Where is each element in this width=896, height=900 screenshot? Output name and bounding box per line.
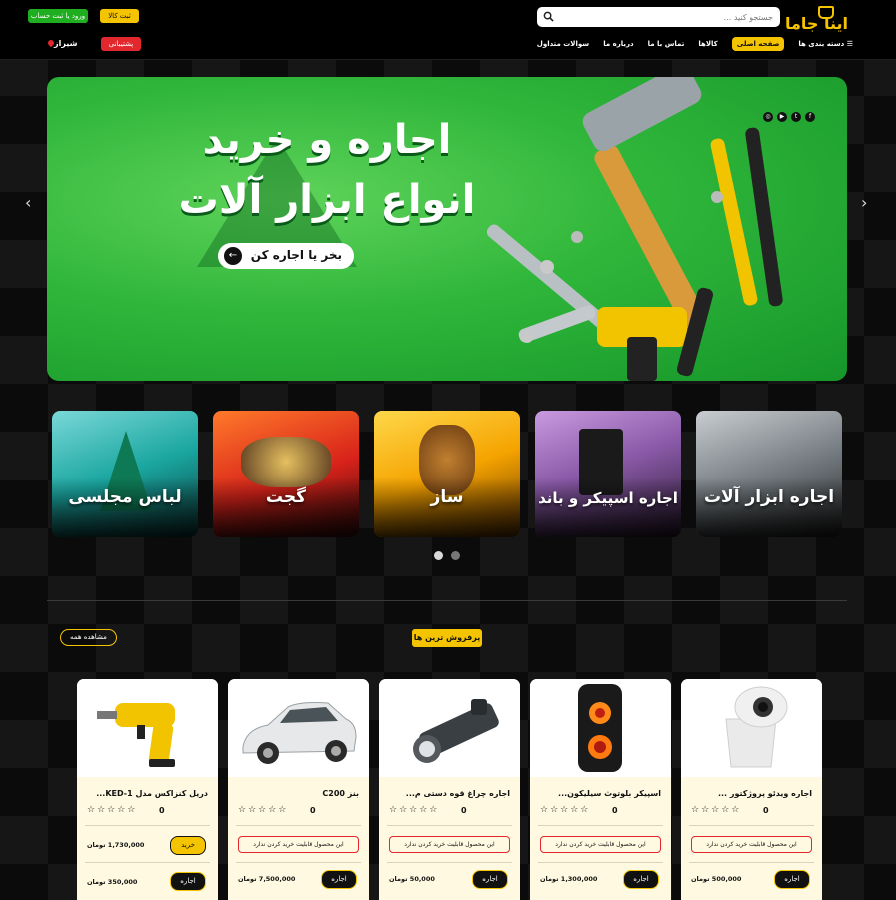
category-card-tools[interactable]: اجاره ابزار آلات — [696, 411, 842, 537]
rent-button[interactable]: اجاره — [321, 870, 357, 889]
product-name[interactable]: اجاره ویدئو پروژکتور ... — [688, 789, 812, 798]
category-card-instruments[interactable]: ساز — [374, 411, 520, 537]
unavailable-notice: این محصول قابلیت خرید کردن ندارد — [691, 836, 812, 853]
instruments-image — [419, 425, 475, 495]
rent-button[interactable]: اجاره — [170, 872, 206, 891]
carousel-dot-active[interactable] — [434, 551, 443, 560]
search-box — [537, 7, 780, 27]
tools-illustration — [487, 77, 783, 381]
gadget-image — [241, 437, 331, 487]
rating-value: 0 — [612, 806, 618, 815]
nav-categories-label: دسته بندی ها — [798, 40, 845, 48]
product-image[interactable] — [379, 679, 520, 777]
section-title: پرفروش ترین ها — [412, 629, 482, 647]
product-name[interactable]: اجاره چراغ قوه دستی م... — [386, 789, 510, 798]
product-card[interactable]: بنز C200 ☆☆☆☆☆ 0 این محصول قابلیت خرید ک… — [228, 679, 369, 900]
speaker-image — [579, 429, 623, 495]
category-card-gadget[interactable]: گجت — [213, 411, 359, 537]
arrow-left-icon: ← — [224, 247, 242, 265]
banner-cta-button[interactable]: بخر یا اجاره کن ← — [218, 243, 354, 269]
sell-button[interactable]: ثبت کالا — [100, 9, 139, 23]
nav-home[interactable]: صفحه اصلی — [731, 37, 785, 51]
product-image[interactable] — [530, 679, 671, 777]
logo-text: اینا جاما — [784, 14, 848, 33]
category-card-dress[interactable]: لباس مجلسی — [52, 411, 198, 537]
card-divider — [387, 825, 512, 826]
slider-prev-button[interactable]: ‹ — [25, 195, 31, 211]
logo[interactable]: اینا جاما — [785, 6, 848, 36]
search-icon[interactable] — [543, 11, 554, 22]
unavailable-notice: این محصول قابلیت خرید کردن ندارد — [389, 836, 510, 853]
product-image[interactable] — [77, 679, 218, 777]
carousel-dot[interactable] — [451, 551, 460, 560]
unavailable-notice: این محصول قابلیت خرید کردن ندارد — [238, 836, 359, 853]
rating-stars: ☆☆☆☆☆ — [238, 805, 289, 815]
card-divider — [538, 862, 663, 863]
rent-price: 50,000 تومان — [389, 875, 435, 883]
rent-price: 350,000 تومان — [87, 878, 138, 886]
rating-value: 0 — [159, 806, 165, 815]
city-label: شیراز — [54, 39, 78, 48]
category-label: لباس مجلسی — [68, 487, 182, 507]
product-name[interactable]: اسپیکر بلوتوث سیلیکون... — [537, 789, 661, 798]
nav-categories[interactable]: ☰ دسته بندی ها — [798, 40, 853, 48]
nav-about[interactable]: درباره ما — [603, 40, 633, 48]
card-divider — [387, 862, 512, 863]
view-all-button[interactable]: مشاهده همه — [60, 629, 117, 646]
product-card[interactable]: اجاره ویدئو پروژکتور ... ☆☆☆☆☆ 0 این محص… — [681, 679, 822, 900]
rent-button[interactable]: اجاره — [774, 870, 810, 889]
nav-faq[interactable]: سوالات متداول — [537, 40, 589, 48]
product-image[interactable] — [681, 679, 822, 777]
card-divider — [236, 862, 361, 863]
category-label: اجاره اسپیکر و باند — [538, 489, 678, 507]
category-label: اجاره ابزار آلات — [703, 487, 835, 507]
card-divider — [689, 862, 814, 863]
rating-stars: ☆☆☆☆☆ — [87, 805, 138, 815]
category-card-speaker[interactable]: اجاره اسپیکر و باند — [535, 411, 681, 537]
section-divider — [47, 600, 847, 601]
buy-button[interactable]: خرید — [170, 836, 206, 855]
rating-value: 0 — [461, 806, 467, 815]
product-card[interactable]: اسپیکر بلوتوث سیلیکون... ☆☆☆☆☆ 0 این محص… — [530, 679, 671, 900]
site-header: اینا جاما ثبت کالا ورود یا ثبت حساب ☰ دس… — [0, 0, 896, 60]
rent-price: 7,500,000 تومان — [238, 875, 296, 883]
rating-value: 0 — [763, 806, 769, 815]
card-divider — [85, 825, 210, 826]
slider-next-button[interactable]: › — [861, 195, 867, 211]
category-label: گجت — [265, 487, 307, 507]
product-image[interactable] — [228, 679, 369, 777]
product-card[interactable]: اجاره چراغ قوه دستی م... ☆☆☆☆☆ 0 این محص… — [379, 679, 520, 900]
product-name[interactable]: دریل کنزاکس مدل KED-1... — [84, 789, 208, 798]
product-card[interactable]: دریل کنزاکس مدل KED-1... ☆☆☆☆☆ 0 1,730,0… — [77, 679, 218, 900]
banner-title-line2: انواع ابزار آلات — [178, 177, 476, 223]
card-divider — [85, 862, 210, 863]
category-label: ساز — [430, 487, 464, 507]
support-button[interactable]: پشتیبانی — [101, 37, 141, 51]
nav-products[interactable]: کالاها — [698, 40, 717, 48]
rent-button[interactable]: اجاره — [472, 870, 508, 889]
card-divider — [538, 825, 663, 826]
rating-value: 0 — [310, 806, 316, 815]
menu-icon: ☰ — [846, 40, 853, 48]
buy-price: 1,730,000 تومان — [87, 841, 145, 849]
hero-banner[interactable]: اجاره و خرید انواع ابزار آلات بخر یا اجا… — [47, 77, 847, 381]
product-name[interactable]: بنز C200 — [235, 789, 359, 798]
banner-title-line1: اجاره و خرید — [202, 117, 452, 163]
card-divider — [236, 825, 361, 826]
rating-stars: ☆☆☆☆☆ — [540, 805, 591, 815]
rent-price: 500,000 تومان — [691, 875, 742, 883]
city-selector[interactable]: شیراز — [46, 38, 78, 48]
rent-price: 1,300,000 تومان — [540, 875, 598, 883]
nav-contact[interactable]: تماس با ما — [648, 40, 685, 48]
rating-stars: ☆☆☆☆☆ — [691, 805, 742, 815]
rating-stars: ☆☆☆☆☆ — [389, 805, 440, 815]
login-button[interactable]: ورود یا ثبت حساب — [28, 9, 88, 23]
main-nav: ☰ دسته بندی ها صفحه اصلی کالاها تماس با … — [537, 37, 853, 51]
card-divider — [689, 825, 814, 826]
unavailable-notice: این محصول قابلیت خرید کردن ندارد — [540, 836, 661, 853]
rent-button[interactable]: اجاره — [623, 870, 659, 889]
banner-cta-label: بخر یا اجاره کن — [250, 248, 342, 262]
search-input[interactable] — [559, 7, 773, 27]
